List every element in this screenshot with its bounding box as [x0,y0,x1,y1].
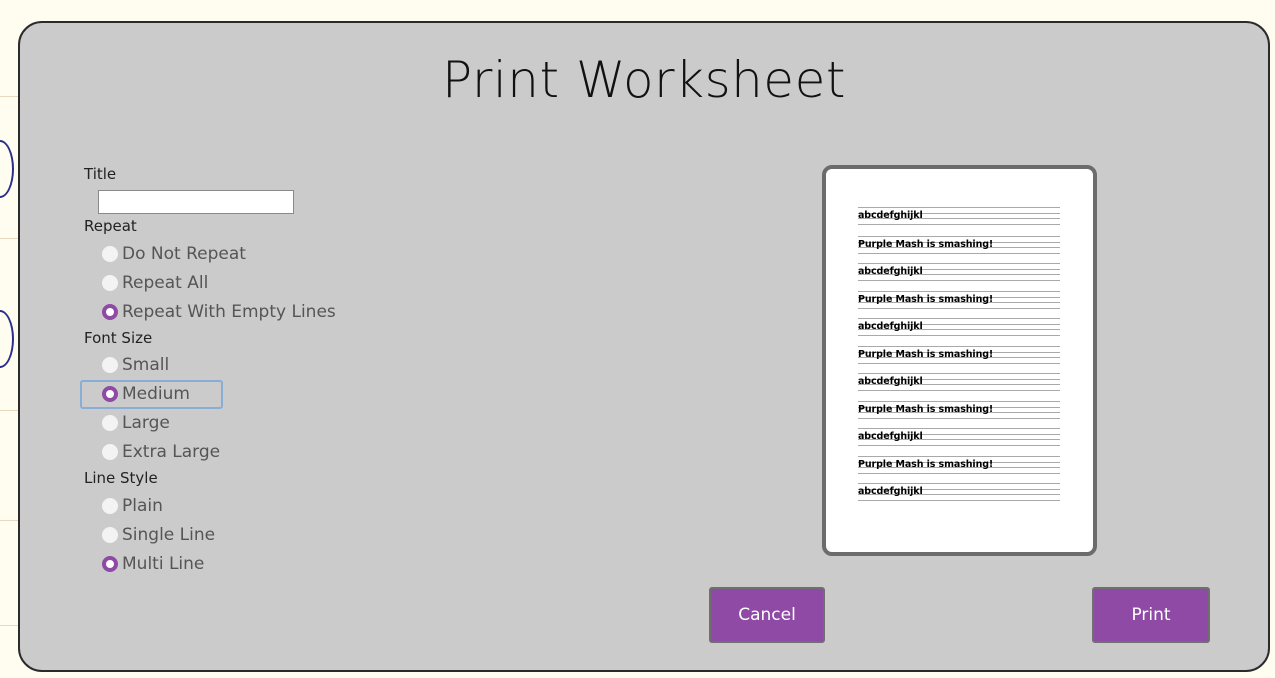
option-label: Large [122,413,170,433]
line-style-option-multi-line[interactable]: Multi Line [102,551,204,577]
option-label: Repeat With Empty Lines [122,302,336,322]
option-label: Medium [122,384,190,404]
worksheet-preview: abcdefghijkl Purple Mash is smashing! ab… [822,165,1097,556]
option-label: Single Line [122,525,216,545]
preview-line-text: Purple Mash is smashing! [858,404,994,415]
print-worksheet-dialog: Print Worksheet Title Repeat Do Not Repe… [18,21,1270,672]
background-line [0,520,20,521]
line-style-label: Line Style [84,469,158,487]
font-size-option-extra-large[interactable]: Extra Large [102,439,220,465]
radio-button-icon[interactable] [102,357,118,373]
line-style-option-plain[interactable]: Plain [102,493,163,519]
option-label: Small [122,355,170,375]
background-line [0,238,20,239]
preview-line-text: abcdefghijkl [858,431,923,442]
repeat-label: Repeat [84,217,137,235]
print-button[interactable]: Print [1092,587,1210,643]
background-letter-stroke [0,140,14,198]
radio-button-selected-icon[interactable] [102,386,118,402]
preview-line-text: abcdefghijkl [858,321,923,332]
repeat-option-do-not-repeat[interactable]: Do Not Repeat [102,241,246,267]
option-label: Do Not Repeat [122,244,246,264]
radio-button-icon[interactable] [102,275,118,291]
option-label: Extra Large [122,442,221,462]
background-line [0,410,20,411]
background-letter-stroke [0,310,14,368]
font-size-option-medium[interactable]: Medium [102,381,190,407]
font-size-option-small[interactable]: Small [102,352,169,378]
repeat-option-repeat-all[interactable]: Repeat All [102,270,208,296]
radio-button-icon[interactable] [102,246,118,262]
radio-button-icon[interactable] [102,415,118,431]
option-label: Repeat All [122,273,209,293]
option-label: Multi Line [122,554,205,574]
preview-line-text: Purple Mash is smashing! [858,349,994,360]
dialog-title: Print Worksheet [442,51,846,109]
preview-line-text: Purple Mash is smashing! [858,239,994,250]
preview-line-text: abcdefghijkl [858,210,923,221]
preview-line-text: Purple Mash is smashing! [858,294,994,305]
font-size-option-large[interactable]: Large [102,410,170,436]
background-line [0,625,20,626]
option-label: Plain [122,496,163,516]
radio-button-selected-icon[interactable] [102,556,118,572]
preview-line-text: abcdefghijkl [858,486,923,497]
line-style-option-single-line[interactable]: Single Line [102,522,215,548]
repeat-option-repeat-with-empty-lines[interactable]: Repeat With Empty Lines [102,299,336,325]
radio-button-icon[interactable] [102,527,118,543]
preview-line-text: abcdefghijkl [858,266,923,277]
font-size-label: Font Size [84,329,153,347]
radio-button-selected-icon[interactable] [102,304,118,320]
title-label: Title [84,165,117,183]
radio-button-icon[interactable] [102,444,118,460]
background-line [0,96,20,97]
preview-line-text: abcdefghijkl [858,376,923,387]
preview-line-text: Purple Mash is smashing! [858,459,994,470]
title-input[interactable] [98,190,294,214]
cancel-button[interactable]: Cancel [709,587,825,643]
radio-button-icon[interactable] [102,498,118,514]
